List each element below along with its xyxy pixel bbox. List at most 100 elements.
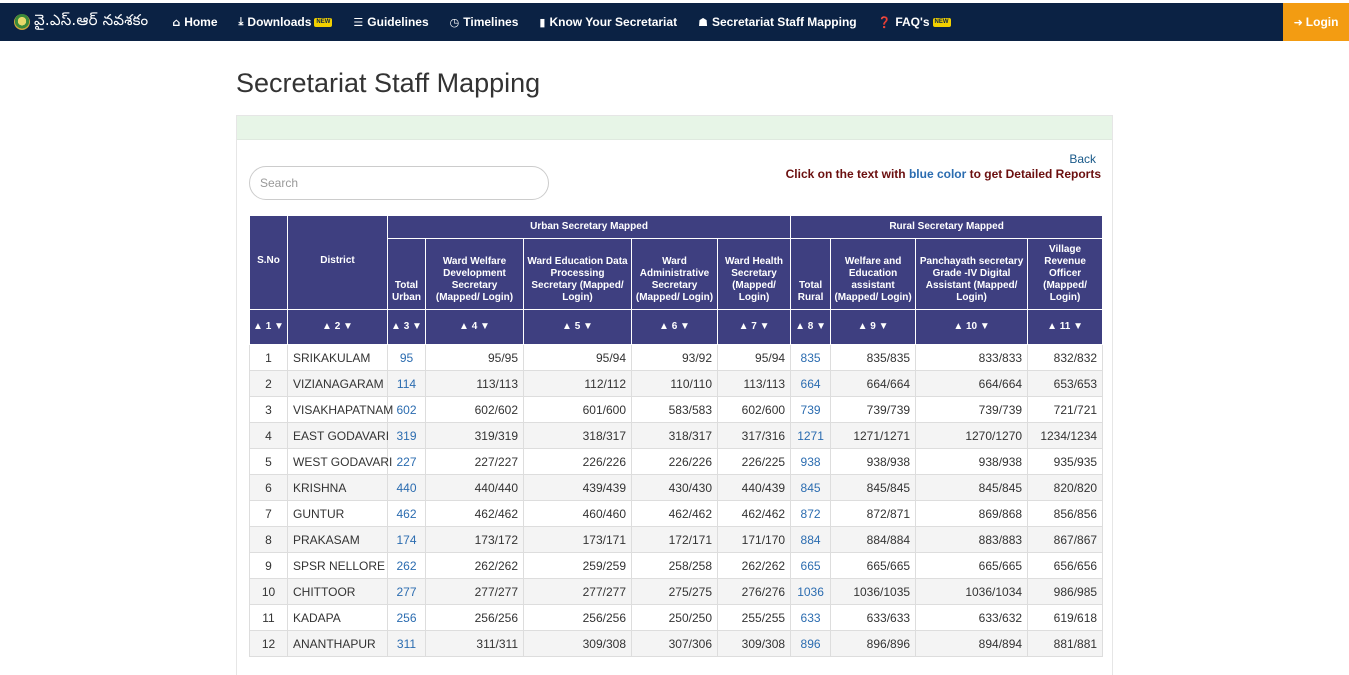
nav-item-label: Home bbox=[184, 15, 218, 29]
cell-total-link[interactable]: 462 bbox=[387, 500, 426, 527]
cell-total-link[interactable]: 664 bbox=[790, 370, 832, 397]
cell-value: 227/227 bbox=[425, 448, 524, 475]
cell-district: KRISHNA bbox=[287, 474, 388, 501]
emblem-logo-icon bbox=[14, 14, 30, 30]
back-link[interactable]: Back bbox=[1069, 152, 1096, 166]
cell-total-link[interactable]: 739 bbox=[790, 396, 832, 423]
cell-total-link[interactable]: 114 bbox=[387, 370, 426, 397]
sort-toggle[interactable]: ▲ 8 ▼ bbox=[790, 309, 832, 345]
brand[interactable]: వై.ఎస్.ఆర్ నవశకం bbox=[14, 11, 148, 33]
cell-total-link[interactable]: 256 bbox=[387, 604, 426, 631]
table-row: 1 SRIKAKULAM 95 95/95 95/94 93/92 95/94 835 835/… bbox=[249, 344, 1104, 371]
cell-total-link[interactable]: 602 bbox=[387, 396, 426, 423]
sort-toggle[interactable]: ▲ 9 ▼ bbox=[830, 309, 917, 345]
cell-value: 439/439 bbox=[523, 474, 632, 501]
cell-value: 832/832 bbox=[1027, 344, 1104, 371]
cell-district: SPSR NELLORE bbox=[287, 552, 388, 579]
nav-item-timelines[interactable]: ◷ Timelines bbox=[450, 15, 519, 29]
sort-toggle[interactable]: ▲ 4 ▼ bbox=[425, 309, 524, 345]
cell-value: 845/845 bbox=[830, 474, 917, 501]
cell-value: 1036/1034 bbox=[915, 578, 1029, 605]
cell-sno: 11 bbox=[249, 604, 288, 631]
cell-value: 869/868 bbox=[915, 500, 1029, 527]
cell-value: 1234/1234 bbox=[1027, 422, 1104, 449]
cell-total-link[interactable]: 277 bbox=[387, 578, 426, 605]
cell-total-link[interactable]: 319 bbox=[387, 422, 426, 449]
cell-value: 311/311 bbox=[425, 630, 524, 657]
cell-value: 872/871 bbox=[830, 500, 917, 527]
cell-sno: 9 bbox=[249, 552, 288, 579]
nav-item-guidelines[interactable]: ☰ Guidelines bbox=[353, 15, 428, 29]
cell-total-link[interactable]: 262 bbox=[387, 552, 426, 579]
cell-district: ANANTHAPUR bbox=[287, 630, 388, 657]
cell-total-link[interactable]: 1036 bbox=[790, 578, 832, 605]
sort-toggle[interactable]: ▲ 5 ▼ bbox=[523, 309, 632, 345]
cell-value: 113/113 bbox=[717, 370, 792, 397]
nav-item-label: Downloads bbox=[247, 15, 312, 29]
page-title: Secretariat Staff Mapping bbox=[236, 68, 541, 98]
cell-value: 856/856 bbox=[1027, 500, 1104, 527]
table-row: 8 PRAKASAM 174 173/172 173/171 172/171 171/170… bbox=[249, 526, 1104, 553]
column-header-ward-welfare: Ward Welfare Development Secretary (Mapp… bbox=[425, 238, 524, 310]
cell-total-link[interactable]: 845 bbox=[790, 474, 832, 501]
cell-district: EAST GODAVARI bbox=[287, 422, 389, 449]
cell-total-link[interactable]: 174 bbox=[387, 526, 426, 553]
column-header-panchayath-secretary: Panchayath secretary Grade -IV Digital A… bbox=[915, 238, 1029, 310]
login-button[interactable]: ➜ Login bbox=[1283, 3, 1349, 41]
new-badge: NEW bbox=[932, 17, 951, 27]
cell-total-link[interactable]: 440 bbox=[387, 474, 426, 501]
cell-total-link[interactable]: 938 bbox=[790, 448, 832, 475]
cell-value: 633/632 bbox=[915, 604, 1029, 631]
cell-total-link[interactable]: 896 bbox=[790, 630, 832, 657]
nav-item-staff-mapping[interactable]: ☗ Secretariat Staff Mapping bbox=[698, 15, 857, 29]
panel-header bbox=[237, 116, 1112, 140]
table-row: 5 WEST GODAVARI 227 227/227 226/226 226/226 22… bbox=[249, 448, 1104, 475]
cell-value: 226/225 bbox=[717, 448, 792, 475]
sort-toggle[interactable]: ▲ 2 ▼ bbox=[287, 309, 388, 345]
cell-value: 226/226 bbox=[523, 448, 632, 475]
nav-item-home[interactable]: ⌂ Home bbox=[172, 15, 217, 29]
sort-toggle[interactable]: ▲ 6 ▼ bbox=[631, 309, 718, 345]
cell-total-link[interactable]: 835 bbox=[790, 344, 832, 371]
cell-total-link[interactable]: 884 bbox=[790, 526, 832, 553]
nav-menu: ⌂ Home ⤓ Downloads NEW ☰ Guidelines ◷ Ti… bbox=[172, 15, 971, 29]
cell-value: 95/94 bbox=[523, 344, 632, 371]
table-row: 12 ANANTHAPUR 311 311/311 309/308 307/306 309/… bbox=[249, 630, 1104, 657]
sort-toggle[interactable]: ▲ 1 ▼ bbox=[249, 309, 288, 345]
nav-item-downloads[interactable]: ⤓ Downloads NEW bbox=[239, 15, 333, 29]
nav-item-know-your-secretariat[interactable]: ▮ Know Your Secretariat bbox=[539, 15, 677, 29]
cell-total-link[interactable]: 95 bbox=[387, 344, 426, 371]
cell-total-link[interactable]: 1271 bbox=[790, 422, 832, 449]
cell-value: 440/440 bbox=[425, 474, 524, 501]
info-text-blue: blue color bbox=[908, 167, 967, 181]
sort-toggle[interactable]: ▲ 10 ▼ bbox=[915, 309, 1029, 345]
sort-toggle[interactable]: ▲ 3 ▼ bbox=[387, 309, 426, 345]
cell-value: 938/938 bbox=[915, 448, 1029, 475]
sort-toggle[interactable]: ▲ 11 ▼ bbox=[1027, 309, 1104, 345]
sort-toggle[interactable]: ▲ 7 ▼ bbox=[716, 309, 792, 345]
cell-value: 820/820 bbox=[1027, 474, 1104, 501]
cell-value: 460/460 bbox=[523, 500, 632, 527]
staff-mapping-table-wrap: S.No District Urban Secretary Mapped Rur… bbox=[249, 215, 1104, 657]
column-header-ward-administrative: Ward Administrative Secretary (Mapped/ L… bbox=[631, 238, 718, 310]
cell-total-link[interactable]: 872 bbox=[790, 500, 832, 527]
cell-district: VIZIANAGARAM bbox=[287, 370, 388, 397]
cell-total-link[interactable]: 665 bbox=[790, 552, 832, 579]
cell-total-link[interactable]: 227 bbox=[387, 448, 426, 475]
nav-item-faqs[interactable]: ❓ FAQ's NEW bbox=[878, 15, 951, 29]
cell-value: 619/618 bbox=[1027, 604, 1104, 631]
cell-value: 250/250 bbox=[631, 604, 718, 631]
cell-value: 258/258 bbox=[631, 552, 718, 579]
cell-value: 319/319 bbox=[425, 422, 524, 449]
cell-total-link[interactable]: 633 bbox=[790, 604, 832, 631]
top-navbar: వై.ఎస్.ఆర్ నవశకం ⌂ Home ⤓ Downloads NEW … bbox=[0, 3, 1349, 41]
table-row: 10 CHITTOOR 277 277/277 277/277 275/275 276/27… bbox=[249, 578, 1104, 605]
brand-title: వై.ఎస్.ఆర్ నవశకం bbox=[34, 11, 149, 29]
cell-value: 255/255 bbox=[717, 604, 792, 631]
search-input[interactable] bbox=[249, 166, 549, 200]
cell-total-link[interactable]: 311 bbox=[387, 630, 426, 657]
table-row: 11 KADAPA 256 256/256 256/256 250/250 255/255 6… bbox=[249, 604, 1104, 631]
cell-value: 883/883 bbox=[915, 526, 1029, 553]
cell-value: 665/665 bbox=[915, 552, 1029, 579]
cell-sno: 5 bbox=[249, 448, 288, 475]
